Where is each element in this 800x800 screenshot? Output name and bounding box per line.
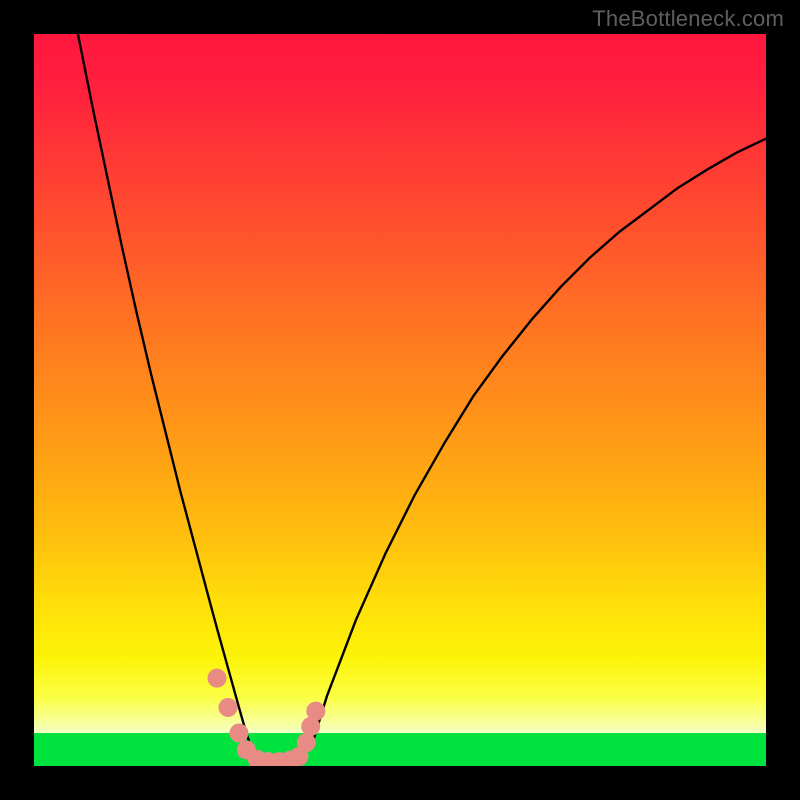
green-band — [34, 733, 766, 766]
trough-marker — [218, 698, 237, 717]
watermark-text: TheBottleneck.com — [592, 6, 784, 32]
trough-marker — [306, 702, 325, 721]
trough-marker — [229, 724, 248, 743]
plot-area — [34, 34, 766, 766]
trough-marker — [297, 733, 316, 752]
chart-svg — [34, 34, 766, 766]
chart-frame: TheBottleneck.com — [0, 0, 800, 800]
gradient-background — [34, 34, 766, 766]
trough-marker — [208, 669, 227, 688]
